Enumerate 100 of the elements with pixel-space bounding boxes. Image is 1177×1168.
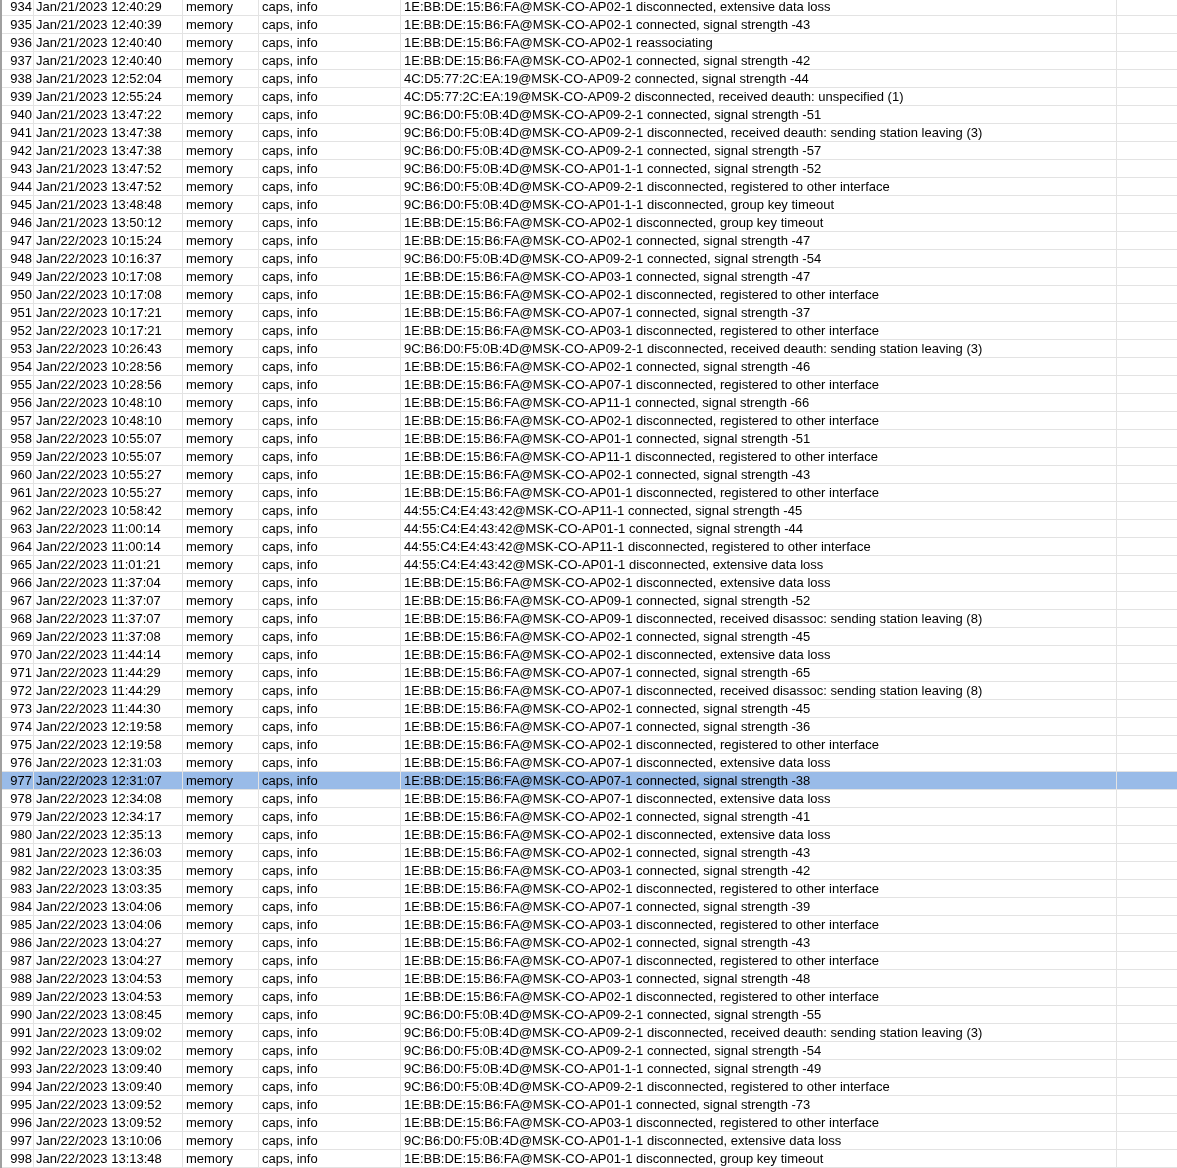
table-row[interactable]: 950 Jan/22/2023 10:17:08 memory caps, info 1E:BB:DE:15:B6:FA@MSK-CO-AP02-1 disconnected, registered to other interface (2, 286, 1177, 304)
table-row[interactable]: 988 Jan/22/2023 13:04:53 memory caps, info 1E:BB:DE:15:B6:FA@MSK-CO-AP03-1 connected, signal strength -48 (2, 970, 1177, 988)
table-row[interactable]: 936 Jan/21/2023 12:40:40 memory caps, info 1E:BB:DE:15:B6:FA@MSK-CO-AP02-1 reassociating (2, 34, 1177, 52)
table-row[interactable]: 974 Jan/22/2023 12:19:58 memory caps, info 1E:BB:DE:15:B6:FA@MSK-CO-AP07-1 connected, signal strength -36 (2, 718, 1177, 736)
table-row[interactable]: 983 Jan/22/2023 13:03:35 memory caps, info 1E:BB:DE:15:B6:FA@MSK-CO-AP02-1 disconnected, registered to other interface (2, 880, 1177, 898)
table-cell: Jan/22/2023 11:37:04 (36, 574, 161, 591)
table-row[interactable]: 977 Jan/22/2023 12:31:07 memory caps, info 1E:BB:DE:15:B6:FA@MSK-CO-AP07-1 connected, signal strength -38 (2, 772, 1177, 790)
table-cell: Jan/21/2023 12:40:39 (36, 16, 162, 33)
table-row[interactable]: 954 Jan/22/2023 10:28:56 memory caps, info 1E:BB:DE:15:B6:FA@MSK-CO-AP02-1 connected, signal strength -46 (2, 358, 1177, 376)
table-cell: 957 (10, 412, 32, 429)
table-row[interactable]: 994 Jan/22/2023 13:09:40 memory caps, info 9C:B6:D0:F5:0B:4D@MSK-CO-AP09-2-1 disconnected, registered to other interface (2, 1078, 1177, 1096)
table-cell: 1E:BB:DE:15:B6:FA@MSK-CO-AP07-1 disconnected, registered to other interface (404, 952, 879, 969)
table-row[interactable]: 972 Jan/22/2023 11:44:29 memory caps, info 1E:BB:DE:15:B6:FA@MSK-CO-AP07-1 disconnected, received disassoc: sending station leaving (8) (2, 682, 1177, 700)
table-cell: 9C:B6:D0:F5:0B:4D@MSK-CO-AP01-1-1 disconnected, extensive data loss (404, 1132, 842, 1149)
table-row[interactable]: 939 Jan/21/2023 12:55:24 memory caps, info 4C:D5:77:2C:EA:19@MSK-CO-AP09-2 disconnected, received deauth: unspecified (1) (2, 88, 1177, 106)
table-row[interactable]: 982 Jan/22/2023 13:03:35 memory caps, info 1E:BB:DE:15:B6:FA@MSK-CO-AP03-1 connected, signal strength -42 (2, 862, 1177, 880)
table-cell: 962 (10, 502, 32, 519)
table-row[interactable]: 970 Jan/22/2023 11:44:14 memory caps, info 1E:BB:DE:15:B6:FA@MSK-CO-AP02-1 disconnected, extensive data loss (2, 646, 1177, 664)
table-row[interactable]: 935 Jan/21/2023 12:40:39 memory caps, info 1E:BB:DE:15:B6:FA@MSK-CO-AP02-1 connected, signal strength -43 (2, 16, 1177, 34)
table-row[interactable]: 997 Jan/22/2023 13:10:06 memory caps, info 9C:B6:D0:F5:0B:4D@MSK-CO-AP01-1-1 disconnected, extensive data loss (2, 1132, 1177, 1150)
table-row[interactable]: 996 Jan/22/2023 13:09:52 memory caps, info 1E:BB:DE:15:B6:FA@MSK-CO-AP03-1 disconnected, registered to other interface (2, 1114, 1177, 1132)
table-row[interactable]: 991 Jan/22/2023 13:09:02 memory caps, info 9C:B6:D0:F5:0B:4D@MSK-CO-AP09-2-1 disconnected, received deauth: sending station leaving (3) (2, 1024, 1177, 1042)
table-cell: caps, info (262, 1096, 318, 1113)
table-cell: 1E:BB:DE:15:B6:FA@MSK-CO-AP07-1 connected, signal strength -38 (404, 772, 811, 789)
table-row[interactable]: 956 Jan/22/2023 10:48:10 memory caps, info 1E:BB:DE:15:B6:FA@MSK-CO-AP11-1 connected, signal strength -66 (2, 394, 1177, 412)
table-row[interactable]: 966 Jan/22/2023 11:37:04 memory caps, info 1E:BB:DE:15:B6:FA@MSK-CO-AP02-1 disconnected, extensive data loss (2, 574, 1177, 592)
table-row[interactable]: 989 Jan/22/2023 13:04:53 memory caps, info 1E:BB:DE:15:B6:FA@MSK-CO-AP02-1 disconnected, registered to other interface (2, 988, 1177, 1006)
table-row[interactable]: 986 Jan/22/2023 13:04:27 memory caps, info 1E:BB:DE:15:B6:FA@MSK-CO-AP02-1 connected, signal strength -43 (2, 934, 1177, 952)
table-row[interactable]: 943 Jan/21/2023 13:47:52 memory caps, info 9C:B6:D0:F5:0B:4D@MSK-CO-AP01-1-1 connected, signal strength -52 (2, 160, 1177, 178)
table-row[interactable]: 959 Jan/22/2023 10:55:07 memory caps, info 1E:BB:DE:15:B6:FA@MSK-CO-AP11-1 disconnected, registered to other interface (2, 448, 1177, 466)
table-cell: memory (186, 610, 233, 627)
table-cell: Jan/22/2023 11:44:30 (36, 700, 161, 717)
table-row[interactable]: 949 Jan/22/2023 10:17:08 memory caps, info 1E:BB:DE:15:B6:FA@MSK-CO-AP03-1 connected, signal strength -47 (2, 268, 1177, 286)
table-row[interactable]: 951 Jan/22/2023 10:17:21 memory caps, info 1E:BB:DE:15:B6:FA@MSK-CO-AP07-1 connected, signal strength -37 (2, 304, 1177, 322)
table-cell: 998 (10, 1150, 32, 1167)
table-row[interactable]: 985 Jan/22/2023 13:04:06 memory caps, info 1E:BB:DE:15:B6:FA@MSK-CO-AP03-1 disconnected, registered to other interface (2, 916, 1177, 934)
table-cell: memory (186, 592, 233, 609)
table-row[interactable]: 980 Jan/22/2023 12:35:13 memory caps, info 1E:BB:DE:15:B6:FA@MSK-CO-AP02-1 disconnected, extensive data loss (2, 826, 1177, 844)
table-row[interactable]: 976 Jan/22/2023 12:31:03 memory caps, info 1E:BB:DE:15:B6:FA@MSK-CO-AP07-1 disconnected, extensive data loss (2, 754, 1177, 772)
table-row[interactable]: 940 Jan/21/2023 13:47:22 memory caps, info 9C:B6:D0:F5:0B:4D@MSK-CO-AP09-2-1 connected, signal strength -51 (2, 106, 1177, 124)
table-cell: 4C:D5:77:2C:EA:19@MSK-CO-AP09-2 connected, signal strength -44 (404, 70, 809, 87)
table-row[interactable]: 934 Jan/21/2023 12:40:29 memory caps, info 1E:BB:DE:15:B6:FA@MSK-CO-AP02-1 disconnected, extensive data loss (2, 0, 1177, 16)
table-cell: 938 (10, 70, 32, 87)
table-cell: 1E:BB:DE:15:B6:FA@MSK-CO-AP03-1 connected, signal strength -48 (404, 970, 811, 987)
table-row[interactable]: 937 Jan/21/2023 12:40:40 memory caps, info 1E:BB:DE:15:B6:FA@MSK-CO-AP02-1 connected, signal strength -42 (2, 52, 1177, 70)
table-row[interactable]: 948 Jan/22/2023 10:16:37 memory caps, info 9C:B6:D0:F5:0B:4D@MSK-CO-AP09-2-1 connected, signal strength -54 (2, 250, 1177, 268)
table-cell: Jan/22/2023 10:26:43 (36, 340, 162, 357)
table-row[interactable]: 995 Jan/22/2023 13:09:52 memory caps, info 1E:BB:DE:15:B6:FA@MSK-CO-AP01-1 connected, signal strength -73 (2, 1096, 1177, 1114)
table-row[interactable]: 955 Jan/22/2023 10:28:56 memory caps, info 1E:BB:DE:15:B6:FA@MSK-CO-AP07-1 disconnected, registered to other interface (2, 376, 1177, 394)
table-row[interactable]: 993 Jan/22/2023 13:09:40 memory caps, info 9C:B6:D0:F5:0B:4D@MSK-CO-AP01-1-1 connected, signal strength -49 (2, 1060, 1177, 1078)
table-cell: caps, info (262, 322, 318, 339)
table-row[interactable]: 953 Jan/22/2023 10:26:43 memory caps, info 9C:B6:D0:F5:0B:4D@MSK-CO-AP09-2-1 disconnected, received deauth: sending station leaving (3) (2, 340, 1177, 358)
table-row[interactable]: 978 Jan/22/2023 12:34:08 memory caps, info 1E:BB:DE:15:B6:FA@MSK-CO-AP07-1 disconnected, extensive data loss (2, 790, 1177, 808)
table-cell: Jan/22/2023 10:48:10 (36, 412, 162, 429)
table-row[interactable]: 961 Jan/22/2023 10:55:27 memory caps, info 1E:BB:DE:15:B6:FA@MSK-CO-AP01-1 disconnected, registered to other interface (2, 484, 1177, 502)
table-cell: Jan/22/2023 12:34:08 (36, 790, 162, 807)
table-row[interactable]: 958 Jan/22/2023 10:55:07 memory caps, info 1E:BB:DE:15:B6:FA@MSK-CO-AP01-1 connected, signal strength -51 (2, 430, 1177, 448)
table-row[interactable]: 975 Jan/22/2023 12:19:58 memory caps, info 1E:BB:DE:15:B6:FA@MSK-CO-AP02-1 disconnected, registered to other interface (2, 736, 1177, 754)
table-row[interactable]: 981 Jan/22/2023 12:36:03 memory caps, info 1E:BB:DE:15:B6:FA@MSK-CO-AP02-1 connected, signal strength -43 (2, 844, 1177, 862)
table-row[interactable]: 947 Jan/22/2023 10:15:24 memory caps, info 1E:BB:DE:15:B6:FA@MSK-CO-AP02-1 connected, signal strength -47 (2, 232, 1177, 250)
table-cell: 1E:BB:DE:15:B6:FA@MSK-CO-AP02-1 reassociating (404, 34, 713, 51)
table-cell: 44:55:C4:E4:43:42@MSK-CO-AP01-1 connected, signal strength -44 (404, 520, 804, 537)
table-row[interactable]: 945 Jan/21/2023 13:48:48 memory caps, info 9C:B6:D0:F5:0B:4D@MSK-CO-AP01-1-1 disconnected, group key timeout (2, 196, 1177, 214)
table-row[interactable]: 941 Jan/21/2023 13:47:38 memory caps, info 9C:B6:D0:F5:0B:4D@MSK-CO-AP09-2-1 disconnected, received deauth: sending station leaving (3) (2, 124, 1177, 142)
table-cell: caps, info (262, 970, 318, 987)
table-cell: 947 (10, 232, 32, 249)
table-row[interactable]: 952 Jan/22/2023 10:17:21 memory caps, info 1E:BB:DE:15:B6:FA@MSK-CO-AP03-1 disconnected, registered to other interface (2, 322, 1177, 340)
table-row[interactable]: 957 Jan/22/2023 10:48:10 memory caps, info 1E:BB:DE:15:B6:FA@MSK-CO-AP02-1 disconnected, registered to other interface (2, 412, 1177, 430)
table-cell: caps, info (262, 16, 318, 33)
table-row[interactable]: 964 Jan/22/2023 11:00:14 memory caps, info 44:55:C4:E4:43:42@MSK-CO-AP11-1 disconnected, registered to other interface (2, 538, 1177, 556)
table-cell: 1E:BB:DE:15:B6:FA@MSK-CO-AP07-1 disconnected, registered to other interface (404, 376, 879, 393)
table-row[interactable]: 971 Jan/22/2023 11:44:29 memory caps, info 1E:BB:DE:15:B6:FA@MSK-CO-AP07-1 connected, signal strength -65 (2, 664, 1177, 682)
table-row[interactable]: 942 Jan/21/2023 13:47:38 memory caps, info 9C:B6:D0:F5:0B:4D@MSK-CO-AP09-2-1 connected, signal strength -57 (2, 142, 1177, 160)
table-row[interactable]: 984 Jan/22/2023 13:04:06 memory caps, info 1E:BB:DE:15:B6:FA@MSK-CO-AP07-1 connected, signal strength -39 (2, 898, 1177, 916)
table-row[interactable]: 979 Jan/22/2023 12:34:17 memory caps, info 1E:BB:DE:15:B6:FA@MSK-CO-AP02-1 connected, signal strength -41 (2, 808, 1177, 826)
table-cell: memory (186, 646, 233, 663)
table-cell: 1E:BB:DE:15:B6:FA@MSK-CO-AP01-1 connected, signal strength -51 (404, 430, 811, 447)
table-row[interactable]: 967 Jan/22/2023 11:37:07 memory caps, info 1E:BB:DE:15:B6:FA@MSK-CO-AP09-1 connected, signal strength -52 (2, 592, 1177, 610)
table-row[interactable]: 962 Jan/22/2023 10:58:42 memory caps, info 44:55:C4:E4:43:42@MSK-CO-AP11-1 connected, signal strength -45 (2, 502, 1177, 520)
table-cell: caps, info (262, 826, 318, 843)
table-row[interactable]: 990 Jan/22/2023 13:08:45 memory caps, info 9C:B6:D0:F5:0B:4D@MSK-CO-AP09-2-1 connected, signal strength -55 (2, 1006, 1177, 1024)
table-row[interactable]: 968 Jan/22/2023 11:37:07 memory caps, info 1E:BB:DE:15:B6:FA@MSK-CO-AP09-1 disconnected, received disassoc: sending station leaving (8) (2, 610, 1177, 628)
table-cell: 1E:BB:DE:15:B6:FA@MSK-CO-AP11-1 connected, signal strength -66 (404, 394, 810, 411)
table-row[interactable]: 969 Jan/22/2023 11:37:08 memory caps, info 1E:BB:DE:15:B6:FA@MSK-CO-AP02-1 connected, signal strength -45 (2, 628, 1177, 646)
table-cell: Jan/22/2023 13:09:02 (36, 1042, 162, 1059)
table-row[interactable]: 946 Jan/21/2023 13:50:12 memory caps, info 1E:BB:DE:15:B6:FA@MSK-CO-AP02-1 disconnected, group key timeout (2, 214, 1177, 232)
table-row[interactable]: 992 Jan/22/2023 13:09:02 memory caps, info 9C:B6:D0:F5:0B:4D@MSK-CO-AP09-2-1 connected, signal strength -54 (2, 1042, 1177, 1060)
table-row[interactable]: 963 Jan/22/2023 11:00:14 memory caps, info 44:55:C4:E4:43:42@MSK-CO-AP01-1 connected, signal strength -44 (2, 520, 1177, 538)
table-cell: caps, info (262, 790, 318, 807)
table-row[interactable]: 987 Jan/22/2023 13:04:27 memory caps, info 1E:BB:DE:15:B6:FA@MSK-CO-AP07-1 disconnected, registered to other interface (2, 952, 1177, 970)
table-cell: caps, info (262, 736, 318, 753)
table-row[interactable]: 960 Jan/22/2023 10:55:27 memory caps, info 1E:BB:DE:15:B6:FA@MSK-CO-AP02-1 connected, signal strength -43 (2, 466, 1177, 484)
table-row[interactable]: 965 Jan/22/2023 11:01:21 memory caps, info 44:55:C4:E4:43:42@MSK-CO-AP01-1 disconnected, extensive data loss (2, 556, 1177, 574)
table-row[interactable]: 938 Jan/21/2023 12:52:04 memory caps, info 4C:D5:77:2C:EA:19@MSK-CO-AP09-2 connected, signal strength -44 (2, 70, 1177, 88)
table-row[interactable]: 998 Jan/22/2023 13:13:48 memory caps, info 1E:BB:DE:15:B6:FA@MSK-CO-AP01-1 disconnected, group key timeout (2, 1150, 1177, 1168)
table-cell: 1E:BB:DE:15:B6:FA@MSK-CO-AP03-1 disconnected, registered to other interface (404, 1114, 879, 1131)
table-cell: caps, info (262, 520, 318, 537)
table-row[interactable]: 944 Jan/21/2023 13:47:52 memory caps, info 9C:B6:D0:F5:0B:4D@MSK-CO-AP09-2-1 disconnected, registered to other interface (2, 178, 1177, 196)
table-cell: Jan/21/2023 12:40:29 (36, 0, 162, 15)
table-row[interactable]: 973 Jan/22/2023 11:44:30 memory caps, info 1E:BB:DE:15:B6:FA@MSK-CO-AP02-1 connected, signal strength -45 (2, 700, 1177, 718)
